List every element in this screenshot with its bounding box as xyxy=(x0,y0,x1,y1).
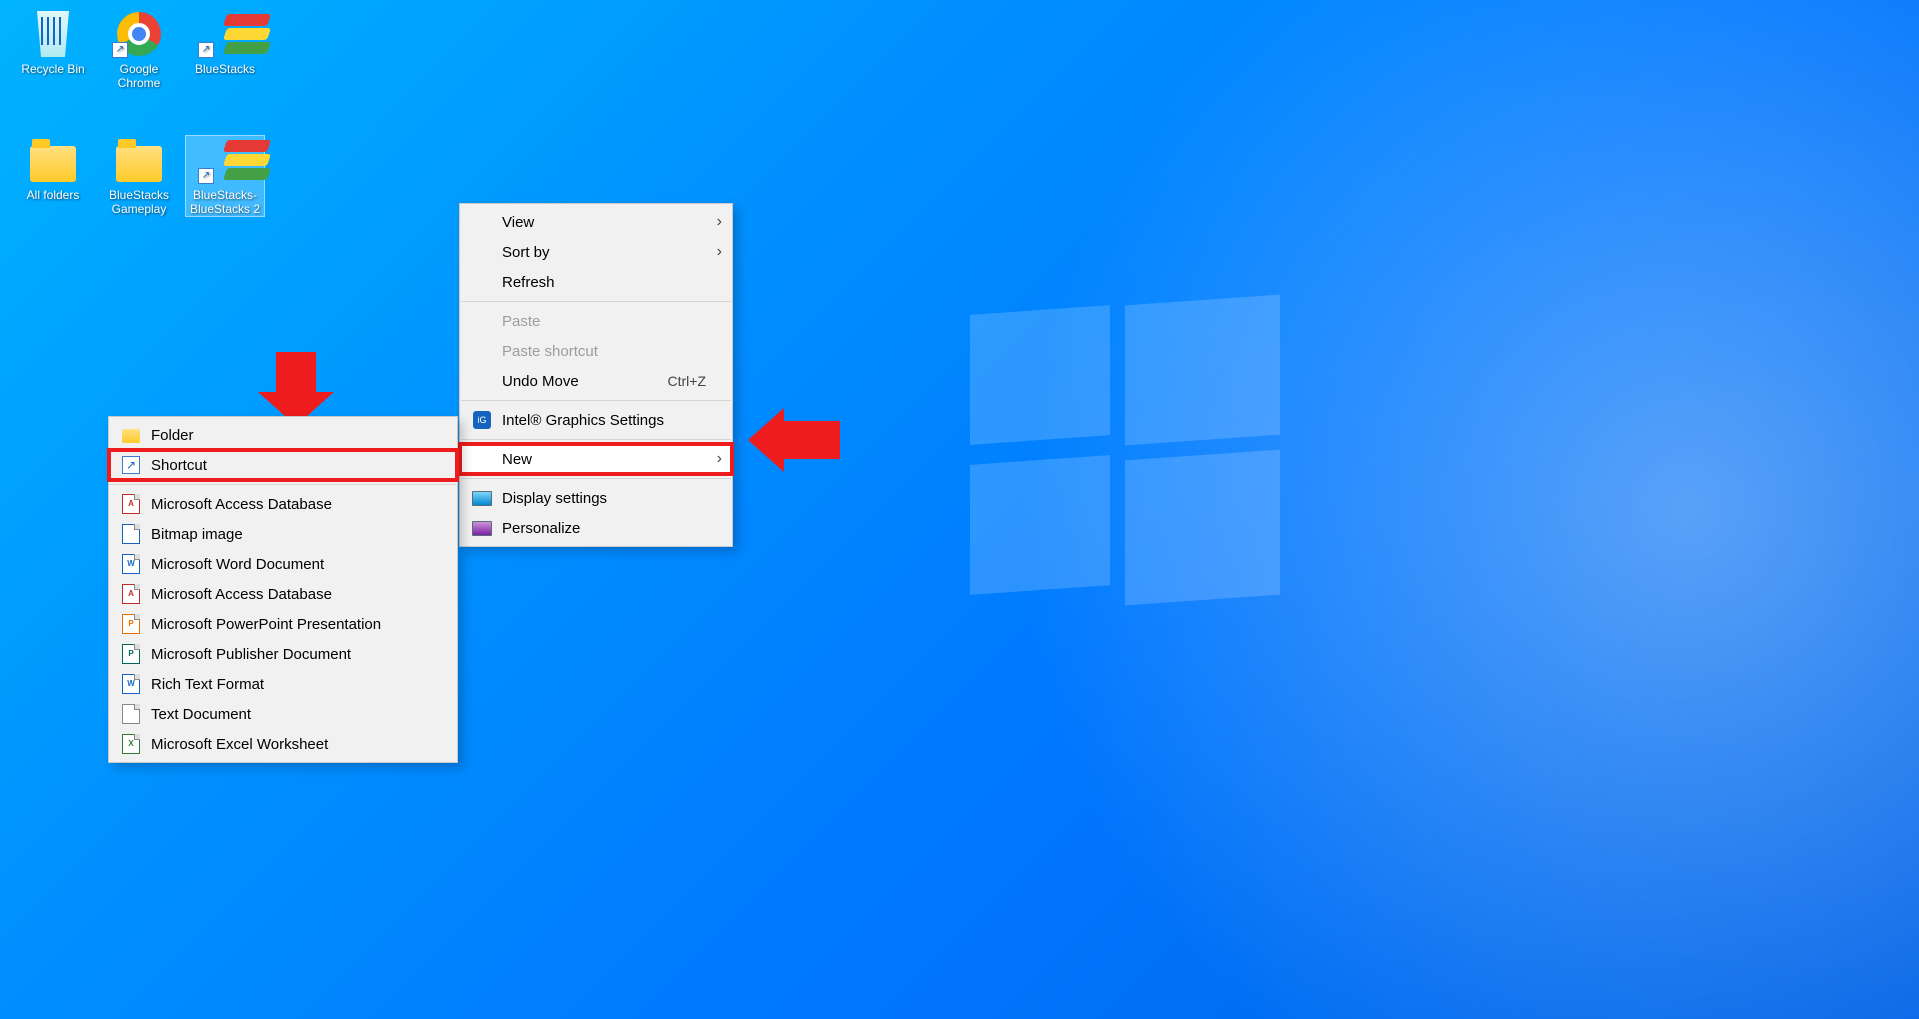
menu-item-view[interactable]: View › xyxy=(460,207,732,237)
desktop-icon-bluestacks2[interactable]: ↗ BlueStacks-BlueStacks 2 xyxy=(186,136,264,216)
document-icon xyxy=(121,704,141,724)
submenu-item[interactable]: Text Document xyxy=(109,699,457,729)
annotation-arrow-down xyxy=(258,352,334,426)
submenu-item-label: Microsoft PowerPoint Presentation xyxy=(151,616,431,633)
desktop-context-menu: View › Sort by › Refresh Paste Paste sho… xyxy=(459,203,733,547)
document-icon: W xyxy=(121,554,141,574)
menu-item-label: New xyxy=(502,451,706,468)
folder-icon xyxy=(121,425,141,445)
menu-item-label: Personalize xyxy=(502,520,706,537)
submenu-item-label: Microsoft Access Database xyxy=(151,586,431,603)
submenu-item[interactable]: P Microsoft Publisher Document xyxy=(109,639,457,669)
menu-item-undo-move[interactable]: Undo Move Ctrl+Z xyxy=(460,366,732,396)
menu-item-label: View xyxy=(502,214,706,231)
document-icon xyxy=(121,524,141,544)
blank-icon xyxy=(472,341,492,361)
submenu-item[interactable]: P Microsoft PowerPoint Presentation xyxy=(109,609,457,639)
chevron-right-icon: › xyxy=(717,213,722,231)
intel-graphics-icon: iG xyxy=(472,410,492,430)
menu-item-display-settings[interactable]: Display settings xyxy=(460,483,732,513)
submenu-item[interactable]: W Rich Text Format xyxy=(109,669,457,699)
shortcut-badge-icon: ↗ xyxy=(112,42,128,58)
document-icon: X xyxy=(121,734,141,754)
desktop-icon-chrome[interactable]: ↗ Google Chrome xyxy=(100,10,178,90)
submenu-item[interactable]: Folder xyxy=(109,420,457,450)
folder-icon xyxy=(29,136,77,184)
blank-icon xyxy=(472,449,492,469)
submenu-item-label: Microsoft Excel Worksheet xyxy=(151,736,431,753)
menu-item-paste-shortcut: Paste shortcut xyxy=(460,336,732,366)
submenu-item[interactable]: A Microsoft Access Database xyxy=(109,579,457,609)
blank-icon xyxy=(472,212,492,232)
menu-item-sort-by[interactable]: Sort by › xyxy=(460,237,732,267)
chevron-right-icon: › xyxy=(717,450,722,468)
menu-item-accelerator: Ctrl+Z xyxy=(668,373,707,389)
recycle-bin-icon xyxy=(29,10,77,58)
menu-item-label: Intel® Graphics Settings xyxy=(502,412,706,429)
submenu-item[interactable]: Bitmap image xyxy=(109,519,457,549)
folder-icon xyxy=(115,136,163,184)
submenu-item-label: Microsoft Access Database xyxy=(151,496,431,513)
document-icon: W xyxy=(121,674,141,694)
document-icon: P xyxy=(121,614,141,634)
menu-item-graphics-settings[interactable]: iG Intel® Graphics Settings xyxy=(460,405,732,435)
submenu-item-label: Text Document xyxy=(151,706,431,723)
document-icon: A xyxy=(121,494,141,514)
shortcut-icon: ↗ xyxy=(121,455,141,475)
blank-icon xyxy=(472,272,492,292)
submenu-item-label: Folder xyxy=(151,427,431,444)
desktop-icon-label: All folders xyxy=(27,188,80,202)
desktop-icon-label: Google Chrome xyxy=(118,62,161,90)
menu-item-label: Display settings xyxy=(502,490,706,507)
menu-item-label: Refresh xyxy=(502,274,706,291)
desktop-icon-label: BlueStacks-BlueStacks 2 xyxy=(190,188,260,216)
monitor-icon xyxy=(472,488,492,508)
menu-item-label: Paste xyxy=(502,313,706,330)
blank-icon xyxy=(472,242,492,262)
submenu-item-label: Shortcut xyxy=(151,457,431,474)
desktop-icon-label: BlueStacks xyxy=(195,62,255,76)
menu-separator xyxy=(461,478,731,479)
menu-item-label: Paste shortcut xyxy=(502,343,706,360)
submenu-item[interactable]: W Microsoft Word Document xyxy=(109,549,457,579)
desktop-icon-bluestacks[interactable]: ↗ BlueStacks xyxy=(186,10,264,76)
menu-separator xyxy=(110,484,456,485)
menu-item-personalize[interactable]: Personalize xyxy=(460,513,732,543)
desktop[interactable]: Recycle Bin ↗ Google Chrome ↗ BlueStacks… xyxy=(0,0,1919,1019)
submenu-item-label: Bitmap image xyxy=(151,526,431,543)
desktop-icon-bluestacks-gameplay[interactable]: BlueStacks Gameplay xyxy=(100,136,178,216)
submenu-item-label: Microsoft Publisher Document xyxy=(151,646,431,663)
blank-icon xyxy=(472,311,492,331)
windows-logo-watermark xyxy=(970,300,1280,610)
document-icon: A xyxy=(121,584,141,604)
desktop-icon-all-folders[interactable]: All folders xyxy=(14,136,92,202)
new-submenu: Folder ↗ Shortcut A Microsoft Access Databas… xyxy=(108,416,458,763)
personalize-icon xyxy=(472,518,492,538)
menu-separator xyxy=(461,301,731,302)
annotation-arrow-left xyxy=(748,408,840,472)
desktop-icon-label: Recycle Bin xyxy=(21,62,84,76)
shortcut-badge-icon: ↗ xyxy=(198,42,214,58)
menu-item-paste: Paste xyxy=(460,306,732,336)
submenu-item[interactable]: X Microsoft Excel Worksheet xyxy=(109,729,457,759)
menu-separator xyxy=(461,439,731,440)
menu-item-refresh[interactable]: Refresh xyxy=(460,267,732,297)
desktop-icon-recycle-bin[interactable]: Recycle Bin xyxy=(14,10,92,76)
menu-separator xyxy=(461,400,731,401)
desktop-icon-label: BlueStacks Gameplay xyxy=(109,188,169,216)
document-icon: P xyxy=(121,644,141,664)
blank-icon xyxy=(472,371,492,391)
menu-item-new[interactable]: New › xyxy=(460,444,732,474)
submenu-item-label: Rich Text Format xyxy=(151,676,431,693)
submenu-item[interactable]: ↗ Shortcut xyxy=(109,450,457,480)
submenu-item-label: Microsoft Word Document xyxy=(151,556,431,573)
menu-item-label: Undo Move xyxy=(502,373,628,390)
chevron-right-icon: › xyxy=(717,243,722,261)
shortcut-badge-icon: ↗ xyxy=(198,168,214,184)
submenu-item[interactable]: A Microsoft Access Database xyxy=(109,489,457,519)
menu-item-label: Sort by xyxy=(502,244,706,261)
